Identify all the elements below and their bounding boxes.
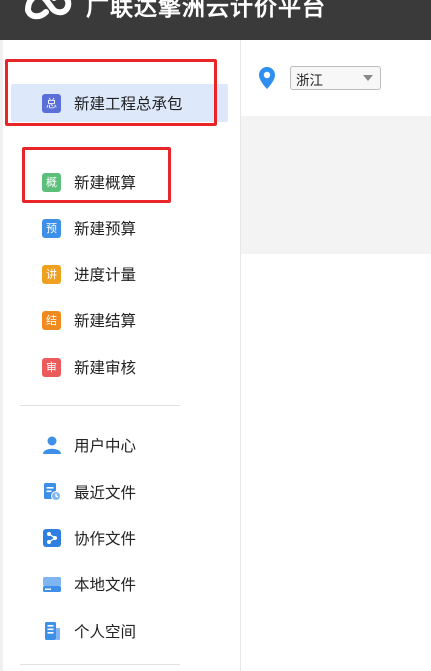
sidebar-item-label: 协作文件 <box>74 530 137 548</box>
sidebar-item-label: 新建工程总承包 <box>74 95 183 113</box>
province-value: 浙江 <box>296 73 323 89</box>
sidebar-item-label: 新建结算 <box>74 312 137 330</box>
sidebar-edge <box>0 40 3 671</box>
sidebar-divider <box>20 405 180 406</box>
share-file-icon <box>43 529 61 547</box>
app-logo-icon <box>25 0 72 20</box>
sidebar-item-user-center[interactable]: 用户中心 <box>11 426 228 464</box>
badge-icon-budget: 预 <box>42 218 61 238</box>
badge-icon-audit: 审 <box>42 357 61 377</box>
badge-icon-progress: 讲 <box>42 264 61 284</box>
sidebar-item-recent-files[interactable]: 最近文件 <box>11 473 228 511</box>
sidebar-item-label: 用户中心 <box>74 437 137 455</box>
sidebar-item-label: 新建概算 <box>74 174 137 192</box>
sidebar-item-general-contract[interactable]: 总 新建工程总承包 <box>11 84 228 122</box>
app-title: 广联达擎洲云计价平台 <box>86 0 326 21</box>
user-icon <box>43 436 61 454</box>
sidebar-item-local-files[interactable]: 本地文件 <box>11 565 228 603</box>
content-panel <box>241 116 431 254</box>
recent-file-icon <box>44 483 61 501</box>
personal-space-icon <box>45 622 60 640</box>
sidebar-item-audit[interactable]: 审 新建审核 <box>11 348 228 386</box>
sidebar-item-label: 进度计量 <box>74 266 137 284</box>
sidebar-item-label: 本地文件 <box>74 576 137 594</box>
title-bar: 广联达擎洲云计价平台 <box>0 0 431 40</box>
sidebar-item-progress[interactable]: 讲 进度计量 <box>11 255 228 293</box>
province-select[interactable]: 浙江 <box>290 66 381 90</box>
badge-icon-settlement: 结 <box>42 310 61 330</box>
badge-icon-general-contract: 总 <box>42 93 61 113</box>
sidebar-item-budget[interactable]: 预 新建预算 <box>11 209 228 247</box>
chevron-down-icon <box>363 75 373 81</box>
sidebar-item-collab-files[interactable]: 协作文件 <box>11 519 228 557</box>
location-pin-icon <box>259 67 275 89</box>
sidebar-item-personal-space[interactable]: 个人空间 <box>11 612 228 650</box>
sidebar-item-label: 新建审核 <box>74 359 137 377</box>
local-drive-icon <box>43 577 61 592</box>
sidebar-item-label: 个人空间 <box>74 623 137 641</box>
sidebar-item-label: 最近文件 <box>74 484 137 502</box>
badge-icon-estimate: 概 <box>42 172 61 192</box>
sidebar-item-estimate[interactable]: 概 新建概算 <box>11 163 228 201</box>
sidebar-item-label: 新建预算 <box>74 220 137 238</box>
sidebar-item-settlement[interactable]: 结 新建结算 <box>11 301 228 339</box>
sidebar-divider <box>20 664 180 665</box>
